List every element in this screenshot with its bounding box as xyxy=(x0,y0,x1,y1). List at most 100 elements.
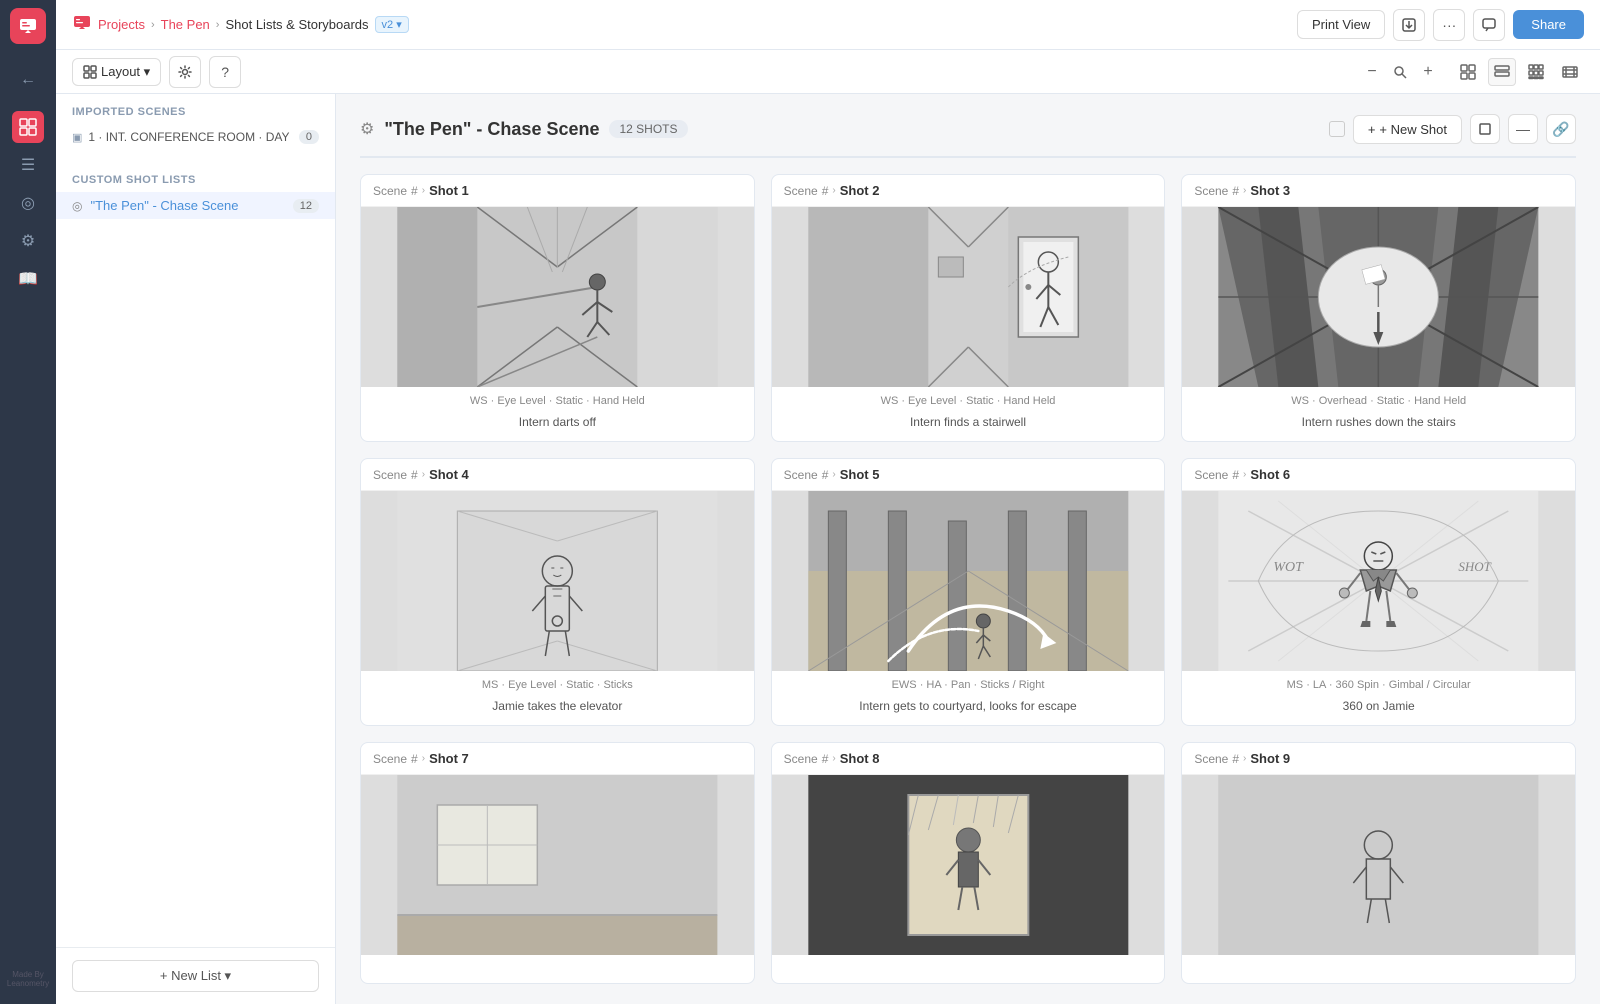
shot-card-2[interactable]: Scene # › Shot 2 xyxy=(771,174,1166,442)
scenes-icon[interactable]: ◎ xyxy=(12,187,44,219)
download-icon[interactable] xyxy=(1393,9,1425,41)
shot-1-meta: WS · Eye Level · Static · Hand Held xyxy=(361,387,754,411)
zoom-controls: − + xyxy=(1360,60,1440,84)
shot-card-8[interactable]: Scene # › Shot 8 xyxy=(771,742,1166,984)
shot-card-7-header: Scene # › Shot 7 xyxy=(361,743,754,775)
app-logo[interactable] xyxy=(10,8,46,44)
shot-card-9[interactable]: Scene # › Shot 9 xyxy=(1181,742,1576,984)
scene-item-label: 1 · INT. CONFERENCE ROOM · DAY xyxy=(88,130,292,144)
shot-2-thumbnail xyxy=(772,207,1165,387)
toolbar-right: − + xyxy=(1360,58,1584,86)
new-list-button[interactable]: + New List ▾ xyxy=(72,960,319,992)
chevron-icon: › xyxy=(422,185,425,196)
shot-view-toggle2[interactable]: — xyxy=(1508,114,1538,144)
shot-5-thumbnail xyxy=(772,491,1165,671)
adjust-icon[interactable]: ⚙ xyxy=(12,225,44,257)
content-area: ⚙ "The Pen" - Chase Scene 12 SHOTS + + N… xyxy=(336,94,1600,1004)
current-page: Shot Lists & Storyboards xyxy=(225,17,368,32)
scene-item[interactable]: ▣ 1 · INT. CONFERENCE ROOM · DAY 0 xyxy=(56,124,335,150)
view-grid-3-button[interactable] xyxy=(1522,58,1550,86)
shot-9-thumbnail xyxy=(1182,775,1575,955)
scene-header: ⚙ "The Pen" - Chase Scene 12 SHOTS + + N… xyxy=(360,114,1576,158)
back-icon[interactable]: ← xyxy=(12,64,44,96)
shots-grid: Scene # › Shot 1 xyxy=(360,174,1576,984)
share-button[interactable]: Share xyxy=(1513,10,1584,39)
more-icon[interactable]: ··· xyxy=(1433,9,1465,41)
custom-list-icon: ◎ xyxy=(72,199,82,213)
custom-list-label: "The Pen" - Chase Scene xyxy=(90,198,284,213)
version-badge[interactable]: v2 ▾ xyxy=(375,16,409,33)
shot-3-thumbnail xyxy=(1182,207,1575,387)
shot-card-9-header: Scene # › Shot 9 xyxy=(1182,743,1575,775)
settings-icon[interactable] xyxy=(169,56,201,88)
chevron-icon-4: › xyxy=(422,469,425,480)
shot-card-1[interactable]: Scene # › Shot 1 xyxy=(360,174,755,442)
select-all-checkbox[interactable] xyxy=(1329,121,1345,137)
new-shot-button[interactable]: + + New Shot xyxy=(1353,115,1462,144)
shot-view-toggle3[interactable]: 🔗 xyxy=(1546,114,1576,144)
shot-card-4[interactable]: Scene # › Shot 4 xyxy=(360,458,755,726)
body-area: IMPORTED SCENES ▣ 1 · INT. CONFERENCE RO… xyxy=(56,94,1600,1004)
shot-card-8-header: Scene # › Shot 8 xyxy=(772,743,1165,775)
layout-button[interactable]: Layout ▾ xyxy=(72,58,161,86)
shot-5-description: Intern gets to courtyard, looks for esca… xyxy=(772,695,1165,725)
zoom-in-button[interactable]: + xyxy=(1416,60,1440,84)
bottom-new-area: New xyxy=(360,984,1576,1004)
shot-6-thumbnail: WOT SHOT xyxy=(1182,491,1575,671)
sep2: › xyxy=(216,19,220,31)
view-film-button[interactable] xyxy=(1556,58,1584,86)
scene-title: "The Pen" - Chase Scene xyxy=(384,119,599,140)
zoom-fit-button[interactable] xyxy=(1388,60,1412,84)
made-by-label: Made By Leanometry xyxy=(0,970,56,996)
custom-list-item[interactable]: ◎ "The Pen" - Chase Scene 12 xyxy=(56,192,335,219)
scene-item-badge: 0 xyxy=(299,130,319,144)
toolbar: Layout ▾ ? − + xyxy=(56,50,1600,94)
shots-badge: 12 SHOTS xyxy=(609,120,687,138)
chat-icon[interactable] xyxy=(1473,9,1505,41)
shot-card-7[interactable]: Scene # › Shot 7 xyxy=(360,742,755,984)
chevron-icon-3: › xyxy=(1243,185,1246,196)
shot-8-meta xyxy=(772,955,1165,967)
shot-4-description: Jamie takes the elevator xyxy=(361,695,754,725)
shot-7-thumbnail xyxy=(361,775,754,955)
storyboard-icon[interactable] xyxy=(12,111,44,143)
projects-link[interactable]: Projects xyxy=(98,17,145,32)
shot-card-6[interactable]: Scene # › Shot 6 xyxy=(1181,458,1576,726)
print-view-button[interactable]: Print View xyxy=(1297,10,1385,39)
shot-7-description xyxy=(361,967,754,983)
shot-card-5[interactable]: Scene # › Shot 5 xyxy=(771,458,1166,726)
toolbar-left: Layout ▾ ? xyxy=(72,56,241,88)
breadcrumb: Projects › The Pen › Shot Lists & Storyb… xyxy=(72,13,409,36)
shot-3-meta: WS · Overhead · Static · Hand Held xyxy=(1182,387,1575,411)
shot-7-meta xyxy=(361,955,754,967)
shot-2-description: Intern finds a stairwell xyxy=(772,411,1165,441)
svg-text:WOT: WOT xyxy=(1274,560,1305,575)
shot-3-description: Intern rushes down the stairs xyxy=(1182,411,1575,441)
shot-card-3-header: Scene # › Shot 3 xyxy=(1182,175,1575,207)
app-sidebar: ← ☰ ◎ ⚙ 📖 Made By Leanometry xyxy=(0,0,56,1004)
shot-6-description: 360 on Jamie xyxy=(1182,695,1575,725)
list-icon[interactable]: ☰ xyxy=(12,149,44,181)
custom-shot-lists-header: CUSTOM SHOT LISTS xyxy=(56,162,335,192)
imported-scenes-header: IMPORTED SCENES xyxy=(56,94,335,124)
help-icon[interactable]: ? xyxy=(209,56,241,88)
scene-header-right: + + New Shot — 🔗 xyxy=(1329,114,1576,144)
the-pen-link[interactable]: The Pen xyxy=(161,17,210,32)
shot-card-3[interactable]: Scene # › Shot 3 xyxy=(1181,174,1576,442)
left-panel: IMPORTED SCENES ▣ 1 · INT. CONFERENCE RO… xyxy=(56,94,336,1004)
shot-6-meta: MS · LA · 360 Spin · Gimbal / Circular xyxy=(1182,671,1575,695)
view-list-button[interactable] xyxy=(1488,58,1516,86)
custom-list-badge: 12 xyxy=(293,199,319,213)
zoom-out-button[interactable]: − xyxy=(1360,60,1384,84)
book-icon[interactable]: 📖 xyxy=(12,263,44,295)
shot-view-toggle1[interactable] xyxy=(1470,114,1500,144)
view-grid-2-button[interactable] xyxy=(1454,58,1482,86)
shot-2-meta: WS · Eye Level · Static · Hand Held xyxy=(772,387,1165,411)
scene-item-icon: ▣ xyxy=(72,131,82,144)
top-nav-right: Print View ··· Share xyxy=(1297,9,1584,41)
panel-footer: + New List ▾ xyxy=(56,947,335,1004)
shot-card-2-header: Scene # › Shot 2 xyxy=(772,175,1165,207)
shot-card-5-header: Scene # › Shot 5 xyxy=(772,459,1165,491)
shot-8-thumbnail xyxy=(772,775,1165,955)
shot-9-description xyxy=(1182,967,1575,983)
